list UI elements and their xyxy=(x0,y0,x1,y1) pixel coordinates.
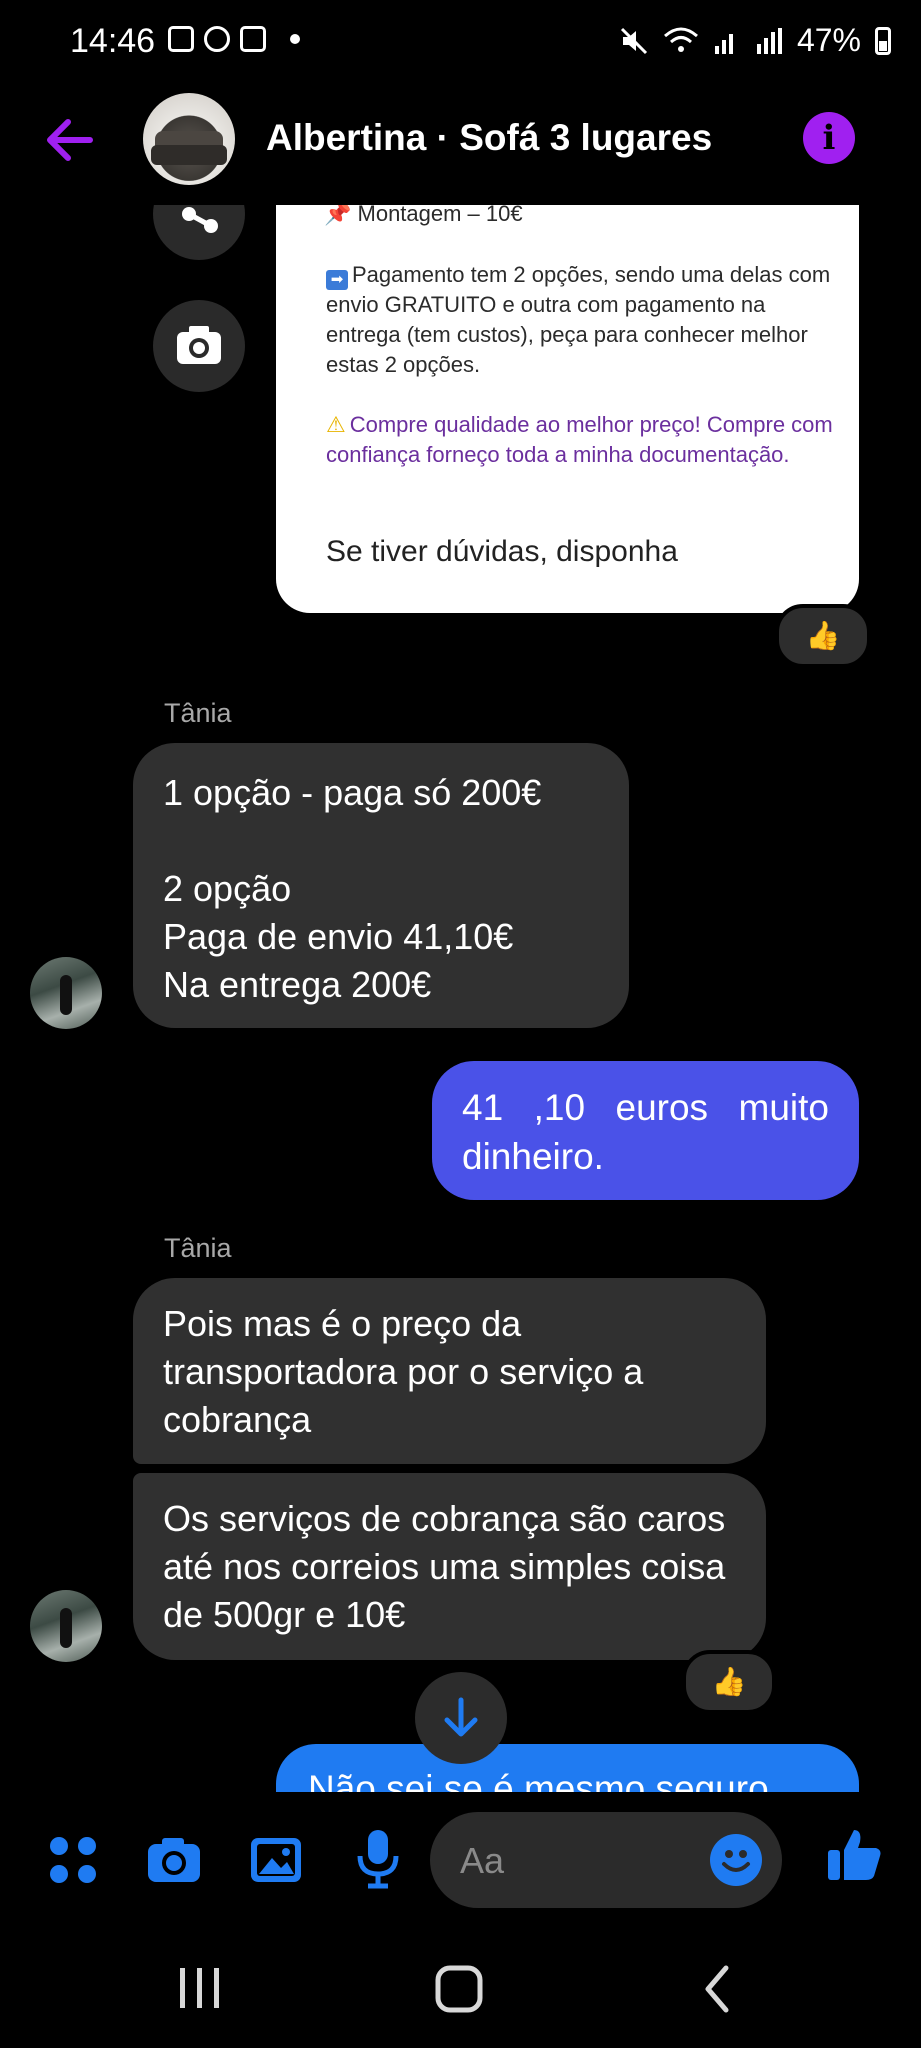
back-arrow-icon xyxy=(47,119,93,161)
gallery-button[interactable] xyxy=(246,1830,306,1895)
notification-icons xyxy=(168,26,300,52)
camera-side-button[interactable] xyxy=(153,300,245,392)
camera-icon xyxy=(148,1838,200,1882)
message-line-blank xyxy=(163,817,599,865)
listing-avatar-overlay[interactable] xyxy=(143,93,235,185)
incoming-message[interactable]: 1 opção - paga só 200€ 2 opção Paga de e… xyxy=(133,743,629,1028)
avatar-figure xyxy=(60,1608,72,1648)
message-line: 1 opção - paga só 200€ xyxy=(163,772,542,813)
message-input-box[interactable] xyxy=(430,1812,782,1908)
status-time: 14:46 xyxy=(70,22,156,60)
info-icon: i xyxy=(822,118,836,158)
message-line: Na entrega 200€ xyxy=(163,964,432,1005)
more-actions-button[interactable] xyxy=(45,1832,101,1893)
conversation-title-overlay[interactable]: Albertina · Sofá 3 lugares xyxy=(266,117,712,159)
incoming-message[interactable]: Os serviços de cobrança são caros até no… xyxy=(133,1473,766,1660)
info-button-overlay[interactable]: i xyxy=(803,112,855,164)
back-button-overlay[interactable] xyxy=(40,110,100,170)
sender-avatar[interactable] xyxy=(30,957,102,1029)
card-quality-body: Compre qualidade ao melhor preço! Compre… xyxy=(326,412,833,467)
card-payment-body: Pagamento tem 2 opções, sendo uma delas … xyxy=(326,262,831,377)
card-top-line: 📌 Montagem – 10€ xyxy=(324,205,523,226)
chevron-left-icon xyxy=(705,1965,729,2013)
warning-icon: ⚠ xyxy=(326,412,346,437)
signal-icon-2 xyxy=(756,27,782,54)
sofa-image-base xyxy=(151,145,227,165)
card-payment-text: ➡ Pagamento tem 2 opções, sendo uma delas… xyxy=(326,260,846,380)
status-bar: 14:46 47% xyxy=(0,0,921,90)
message-line: Paga de envio 41,10€ xyxy=(163,916,514,957)
sender-name: Tânia xyxy=(164,698,232,728)
smiley-icon xyxy=(722,1850,750,1872)
like-button[interactable] xyxy=(824,1824,886,1891)
emoji-button[interactable] xyxy=(710,1834,762,1886)
scroll-to-bottom-button[interactable] xyxy=(415,1672,507,1764)
more-notifications-dot xyxy=(290,34,300,44)
camera-icon xyxy=(177,326,221,364)
camera-notification-icon xyxy=(240,26,266,52)
incoming-message[interactable]: Pois mas é o preço da transportadora por… xyxy=(133,1278,766,1464)
recent-apps-icon xyxy=(180,1968,219,2008)
back-nav-button[interactable] xyxy=(700,1964,734,2019)
card-closing-text: Se tiver dúvidas, disponha xyxy=(326,535,678,568)
arrow-right-icon: ➡ xyxy=(326,270,348,290)
voice-message-button[interactable] xyxy=(350,1826,406,1895)
sender-avatar[interactable] xyxy=(30,1590,102,1662)
message-input[interactable] xyxy=(458,1832,682,1890)
message-line: 2 opção xyxy=(163,868,292,909)
avatar-figure xyxy=(60,975,72,1015)
whatsapp-icon xyxy=(204,26,230,52)
shared-listing-card[interactable]: 📌 Montagem – 10€ ➡ Pagamento tem 2 opções… xyxy=(276,205,859,613)
card-quality-text: ⚠ Compre qualidade ao melhor preço! Compr… xyxy=(326,410,846,470)
reaction-badge[interactable]: 👍 xyxy=(682,1650,776,1714)
signal-icon xyxy=(714,33,733,54)
recent-apps-button[interactable] xyxy=(176,1966,224,2015)
microphone-icon xyxy=(357,1830,399,1889)
home-button[interactable] xyxy=(434,1964,484,2019)
arrow-down-icon xyxy=(444,1697,478,1737)
gallery-icon xyxy=(168,26,194,52)
camera-button[interactable] xyxy=(144,1830,204,1895)
reaction-badge[interactable]: 👍 xyxy=(775,604,871,668)
sender-name: Tânia xyxy=(164,1233,232,1263)
wifi-icon xyxy=(663,27,698,52)
image-icon xyxy=(251,1838,301,1882)
home-icon xyxy=(435,1965,483,2013)
outgoing-message[interactable]: 41 ,10 euros muito dinheiro. xyxy=(432,1061,859,1200)
grid-dots-icon xyxy=(50,1837,96,1883)
mute-icon xyxy=(620,27,648,54)
system-status: 47% xyxy=(619,22,891,59)
battery-icon xyxy=(875,26,891,55)
thumbs-up-icon xyxy=(828,1830,881,1880)
battery-percent: 47% xyxy=(796,22,861,58)
